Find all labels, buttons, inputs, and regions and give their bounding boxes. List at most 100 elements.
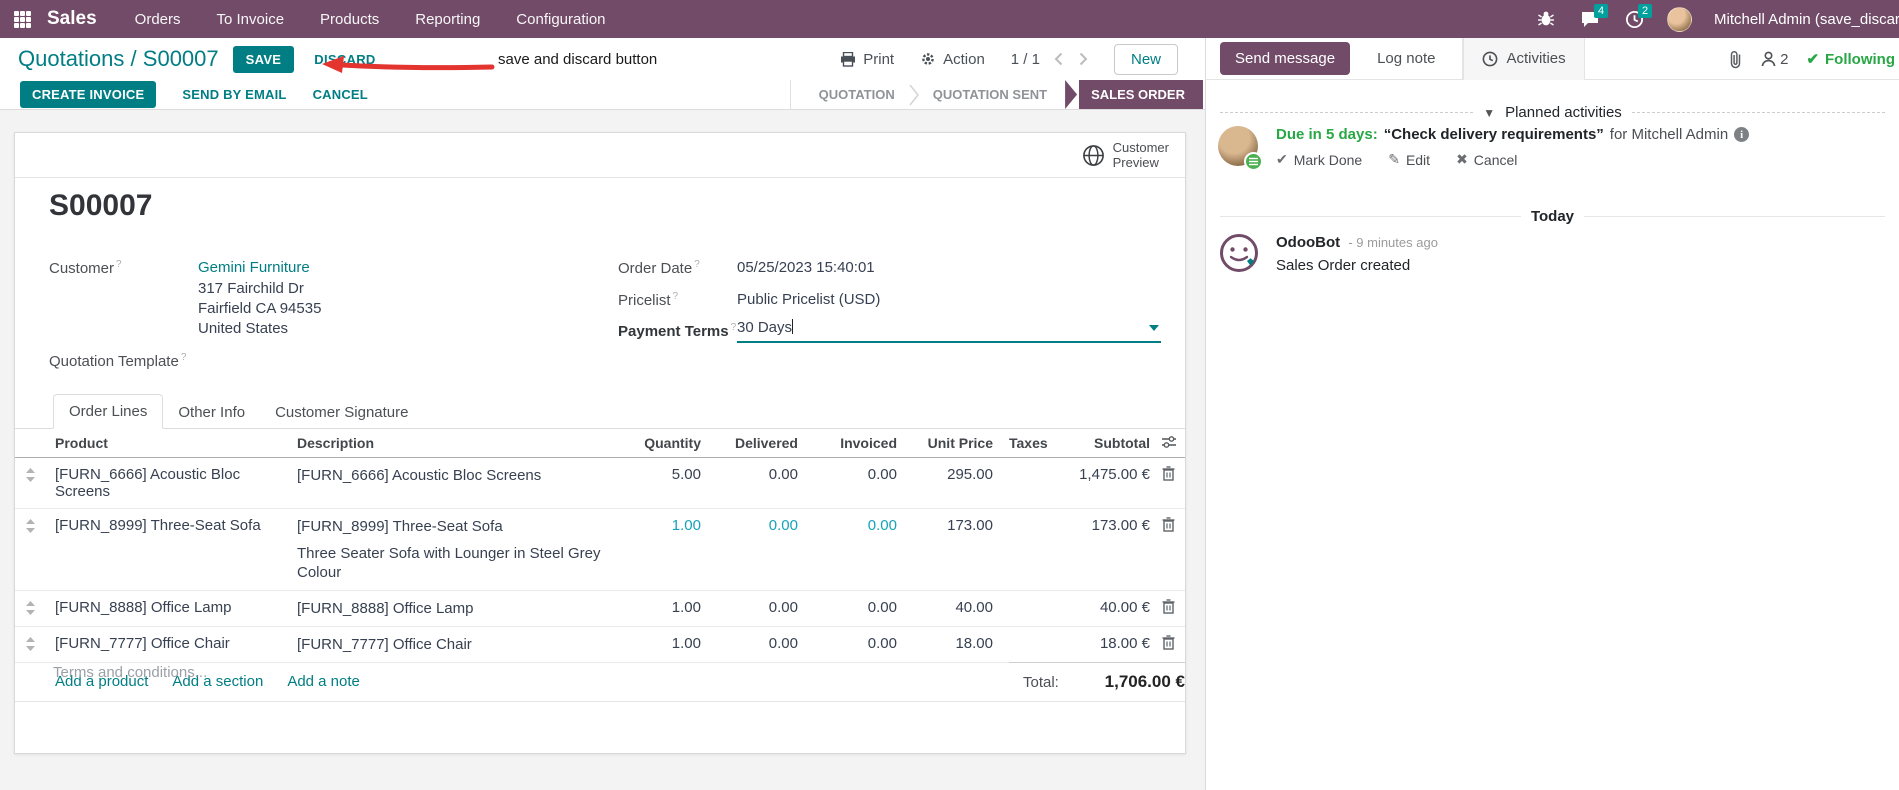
cell-description[interactable]: [FURN_7777] Office Chair (283, 635, 615, 654)
activities-clock-icon[interactable]: 2 (1623, 4, 1653, 30)
app-name[interactable]: Sales (47, 8, 97, 30)
payment-terms-dropdown-icon[interactable] (1149, 325, 1159, 331)
message-author[interactable]: OdooBot (1276, 234, 1340, 251)
drag-handle-icon[interactable] (15, 466, 45, 482)
user-avatar[interactable] (1667, 6, 1692, 32)
topbar-menu-configuration[interactable]: Configuration (516, 11, 605, 28)
customer-preview-button[interactable]: Customer Preview (1082, 140, 1169, 170)
stage-quotation-sent[interactable]: QUOTATION SENT (919, 87, 1061, 102)
cell-unit-price[interactable]: 40.00 (897, 599, 993, 616)
terms-and-conditions-placeholder[interactable]: Terms and conditions... (53, 664, 207, 681)
breadcrumb-separator: / (130, 46, 137, 71)
tab-customer-signature[interactable]: Customer Signature (260, 396, 423, 429)
top-navbar: Sales Orders To Invoice Products Reporti… (0, 0, 1899, 38)
debug-bug-icon[interactable] (1535, 8, 1557, 30)
mark-done-button[interactable]: ✔ Mark Done (1276, 151, 1362, 168)
stage-sales-order[interactable]: SALES ORDER (1065, 80, 1203, 109)
cell-unit-price[interactable]: 18.00 (897, 635, 993, 652)
followers-button[interactable]: 2 (1761, 51, 1788, 68)
header-unit-price[interactable]: Unit Price (897, 435, 993, 451)
action-button[interactable]: Action (920, 51, 985, 68)
order-date-value[interactable]: 05/25/2023 15:40:01 (737, 259, 875, 276)
activity-type-badge-icon (1244, 152, 1263, 171)
topbar-menu-reporting[interactable]: Reporting (415, 11, 480, 28)
topbar-menu-orders[interactable]: Orders (135, 11, 181, 28)
cell-delivered[interactable]: 0.00 (701, 635, 798, 652)
send-by-email-button[interactable]: SEND BY EMAIL (182, 87, 286, 102)
annotation-text: save and discard button (498, 51, 658, 68)
cell-subtotal: 18.00 € (1099, 635, 1150, 652)
cell-delivered[interactable]: 0.00 (701, 599, 798, 616)
cell-description[interactable]: [FURN_8999] Three-Seat Sofa Three Seater … (283, 517, 615, 582)
delete-row-icon[interactable] (1150, 599, 1187, 614)
apps-grid-icon[interactable] (14, 10, 31, 28)
collapse-caret-icon[interactable]: ▼ (1483, 106, 1495, 120)
cell-quantity[interactable]: 1.00 (615, 517, 701, 534)
cell-quantity[interactable]: 5.00 (615, 466, 701, 483)
header-taxes[interactable]: Taxes (993, 435, 1071, 451)
save-button[interactable]: SAVE (232, 45, 295, 73)
print-button[interactable]: Print (840, 51, 894, 68)
delete-row-icon[interactable] (1150, 517, 1187, 532)
cell-unit-price[interactable]: 295.00 (897, 466, 993, 483)
tab-order-lines[interactable]: Order Lines (53, 394, 164, 429)
header-delivered[interactable]: Delivered (701, 435, 798, 451)
new-button[interactable]: New (1113, 43, 1178, 75)
delete-row-icon[interactable] (1150, 635, 1187, 650)
optional-columns-icon[interactable] (1150, 435, 1187, 449)
delete-row-icon[interactable] (1150, 466, 1187, 481)
tab-other-info[interactable]: Other Info (163, 396, 260, 429)
drag-handle-icon[interactable] (15, 635, 45, 651)
cell-delivered[interactable]: 0.00 (701, 466, 798, 483)
stage-quotation[interactable]: QUOTATION (805, 87, 909, 102)
edit-activity-button[interactable]: ✎ Edit (1388, 151, 1430, 168)
cell-description[interactable]: [FURN_6666] Acoustic Bloc Screens (283, 466, 615, 485)
attachment-paperclip-icon[interactable] (1728, 50, 1743, 69)
breadcrumb-quotations[interactable]: Quotations (18, 46, 124, 71)
pager-next-icon[interactable] (1079, 52, 1088, 66)
cell-description[interactable]: [FURN_8888] Office Lamp (283, 599, 615, 618)
pricelist-value[interactable]: Public Pricelist (USD) (737, 291, 880, 308)
cell-product[interactable]: [FURN_6666] Acoustic Bloc Screens (45, 466, 283, 500)
header-product[interactable]: Product (45, 435, 283, 451)
info-icon[interactable]: i (1734, 127, 1750, 142)
cell-product[interactable]: [FURN_8999] Three-Seat Sofa (45, 517, 283, 534)
activity-avatar[interactable] (1218, 126, 1263, 171)
messages-icon[interactable]: 4 (1579, 4, 1609, 30)
cancel-activity-button[interactable]: ✖ Cancel (1456, 151, 1517, 168)
cell-invoiced[interactable]: 0.00 (798, 599, 897, 616)
cell-quantity[interactable]: 1.00 (615, 599, 701, 616)
payment-terms-input[interactable]: 30 Days (737, 319, 1161, 343)
log-note-button[interactable]: Log note (1362, 42, 1450, 75)
topbar-menu-products[interactable]: Products (320, 11, 379, 28)
cell-invoiced[interactable]: 0.00 (798, 517, 897, 534)
header-invoiced[interactable]: Invoiced (798, 435, 897, 451)
cell-product[interactable]: [FURN_8888] Office Lamp (45, 599, 283, 616)
cell-invoiced[interactable]: 0.00 (798, 466, 897, 483)
cell-unit-price[interactable]: 173.00 (897, 517, 993, 534)
pager-count: 1 / 1 (1010, 50, 1040, 68)
pager-prev-icon[interactable] (1054, 52, 1063, 66)
cell-delivered[interactable]: 0.00 (701, 517, 798, 534)
header-quantity[interactable]: Quantity (615, 435, 701, 451)
clock-icon (1483, 51, 1498, 66)
user-name[interactable]: Mitchell Admin (save_discard (1714, 11, 1899, 28)
header-subtotal[interactable]: Subtotal (1071, 435, 1150, 451)
form-sheet: Customer Preview S00007 Customer? Gemini … (14, 132, 1186, 754)
discard-button[interactable]: DISCARD (314, 52, 375, 67)
cell-quantity[interactable]: 1.00 (615, 635, 701, 652)
topbar-menu-to-invoice[interactable]: To Invoice (217, 11, 285, 28)
add-note-link[interactable]: Add a note (287, 673, 360, 690)
cell-invoiced[interactable]: 0.00 (798, 635, 897, 652)
customer-name-link[interactable]: Gemini Furniture (198, 259, 310, 276)
cell-product[interactable]: [FURN_7777] Office Chair (45, 635, 283, 652)
following-button[interactable]: ✔ Following (1806, 50, 1895, 69)
activities-button[interactable]: Activities (1463, 38, 1585, 80)
drag-handle-icon[interactable] (15, 517, 45, 533)
cancel-button[interactable]: CANCEL (313, 87, 368, 102)
send-message-button[interactable]: Send message (1220, 42, 1351, 75)
create-invoice-button[interactable]: CREATE INVOICE (20, 81, 157, 108)
odoobot-avatar[interactable] (1220, 234, 1258, 272)
header-description[interactable]: Description (283, 435, 615, 451)
drag-handle-icon[interactable] (15, 599, 45, 615)
